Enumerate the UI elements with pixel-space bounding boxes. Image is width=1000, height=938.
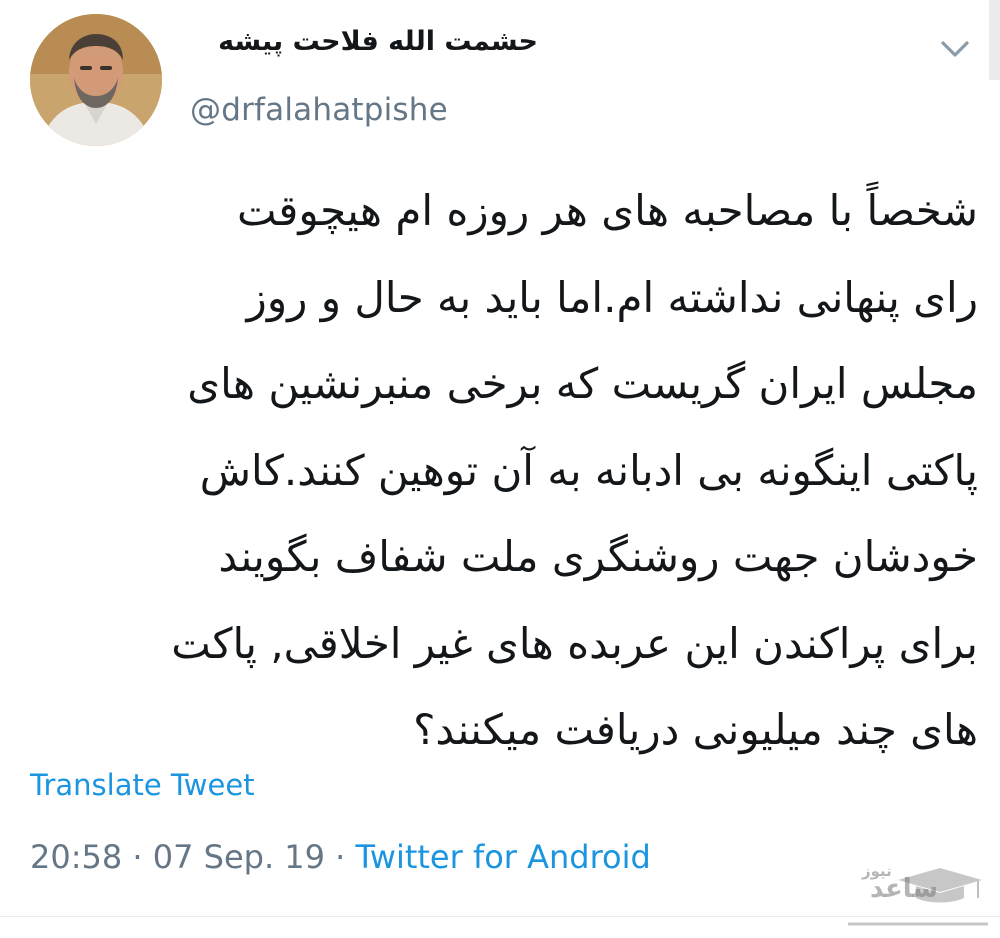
tweet-time[interactable]: 20:58 [30,838,122,876]
meta-separator: · [122,838,153,876]
tweet-meta: 20:58 · 07 Sep. 19 · Twitter for Android [30,838,651,876]
tweet-line: پاکتی اینگونه بی ادبانه به آن توهین کنند… [199,445,978,495]
tweet-line: برای پراکندن این عربده های غیر اخلاقی, پ… [171,618,978,668]
watermark-logo: ساعد [870,874,939,904]
profile-photo [30,14,162,146]
tweet-text: شخصاً با مصاحبه های هر روزه ام هیچوقت را… [34,168,978,774]
chevron-down-icon[interactable] [937,36,973,62]
scrollbar[interactable] [989,0,1000,80]
avatar[interactable] [30,14,162,146]
tweet-source-link[interactable]: Twitter for Android [356,838,651,876]
user-handle[interactable]: @drfalahatpishe [190,92,448,128]
translate-tweet-link[interactable]: Translate Tweet [30,768,255,802]
tweet-line: رای پنهانی نداشته ام.اما باید به حال و ر… [246,272,978,322]
tweet-line: شخصاً با مصاحبه های هر روزه ام هیچوقت [237,186,978,235]
display-name[interactable]: حشمت الله فلاحت پیشه [218,26,538,57]
tweet-date[interactable]: 07 Sep. 19 [153,838,325,876]
tweet-line: مجلس ایران گریست که برخی منبرنشین های [187,359,978,408]
meta-separator: · [325,838,356,876]
tweet-line: خودشان جهت روشنگری ملت شفاف بگویند [218,532,978,581]
tweet-line: های چند میلیونی دریافت میکنند؟ [413,705,978,754]
